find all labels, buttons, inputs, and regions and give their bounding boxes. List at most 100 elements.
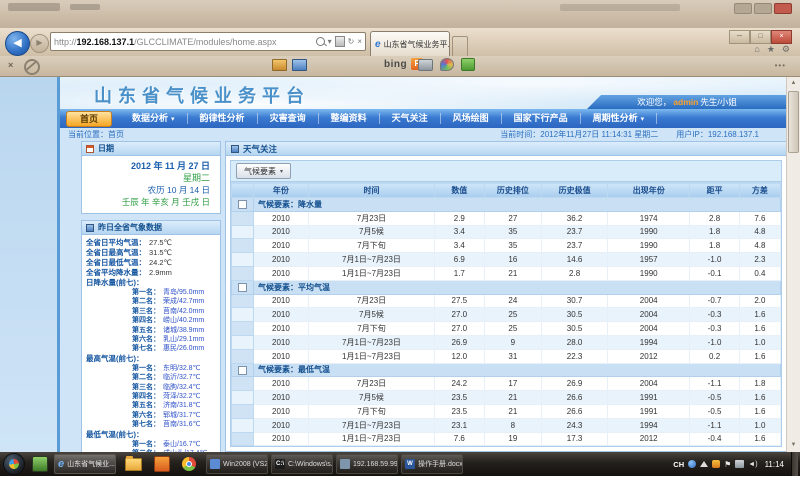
table-row[interactable]: 20107月1日~7月23日26.9928.01994-1.01.0 [232, 335, 781, 349]
checkbox[interactable] [238, 283, 247, 292]
tray-alert-icon[interactable] [712, 460, 720, 468]
tray-expand-icon[interactable] [700, 461, 708, 467]
lunar-date-line: 农历 10 月 14 日 [86, 184, 210, 196]
taskbar-button[interactable]: 192.168.59.99... [336, 454, 398, 474]
taskbar-ie-button[interactable]: e 山东省气候业... [54, 454, 116, 474]
scroll-down-icon[interactable]: ▼ [787, 439, 800, 452]
nav-item-整编资料[interactable]: 整编资料 [319, 113, 380, 124]
compatibility-view-icon[interactable] [335, 36, 345, 47]
cell: 2010 [253, 253, 308, 267]
group-row[interactable]: 气候要素：降水量 [232, 198, 781, 212]
cell: 7.6 [435, 432, 484, 446]
nav-item-国家下行产品[interactable]: 国家下行产品 [502, 113, 581, 124]
table-row[interactable]: 20107月5候3.43523.719901.84.8 [232, 225, 781, 239]
language-indicator[interactable]: CH [673, 460, 684, 469]
taskbar: e 山东省气候业... Win2008 (VS2...C:\C:\Windows… [0, 452, 800, 476]
cell: -0.1 [690, 266, 739, 280]
nav-item-风场绘图[interactable]: 风场绘图 [441, 113, 502, 124]
row-spacer-cell [232, 335, 254, 349]
cell: 1.0 [739, 418, 780, 432]
weather-table: 年份时间数值历史排位历史极值出现年份距平方差气候要素：降水量20107月23日2… [231, 182, 781, 446]
mail-icon[interactable] [292, 59, 307, 71]
bg-close-button[interactable] [774, 3, 792, 14]
table-row[interactable]: 20101月1日~7月23日7.61917.32012-0.41.6 [232, 432, 781, 446]
scrollbar-thumb[interactable] [788, 91, 799, 153]
nav-item-周期性分析[interactable]: 周期性分析▾ [581, 113, 658, 124]
table-row[interactable]: 20107月下旬27.02530.52004-0.31.6 [232, 322, 781, 336]
minimize-button[interactable]: ─ [729, 30, 750, 44]
cell: 23.5 [435, 391, 484, 405]
table-row[interactable]: 20107月5候23.52126.61991-0.51.6 [232, 391, 781, 405]
forward-button[interactable]: ▶ [30, 34, 49, 53]
table-row[interactable]: 20107月23日24.21726.92004-1.11.8 [232, 377, 781, 391]
info-bar: 当前位置：首页 当前时间：2012年11月27日 11:14:31 星期二 用户… [60, 128, 787, 141]
toolbar-overflow-icon[interactable]: ••• [775, 61, 786, 70]
group-row[interactable]: 气候要素：最低气温 [232, 363, 781, 377]
camera-icon[interactable] [418, 59, 433, 71]
table-row[interactable]: 20107月1日~7月23日6.91614.61957-1.02.3 [232, 253, 781, 267]
home-icon[interactable]: ⌂ [754, 44, 759, 55]
show-desktop-button[interactable] [791, 452, 798, 476]
pinned-app-icon[interactable] [32, 456, 48, 472]
browser-app-icon[interactable] [182, 457, 196, 471]
action-center-flag-icon[interactable]: ⚑ [724, 460, 731, 469]
date-panel-header: 日期 [82, 142, 220, 156]
close-button[interactable]: × [771, 30, 792, 44]
checkbox[interactable] [238, 366, 247, 375]
search-icon[interactable] [316, 37, 325, 46]
favorites-star-icon[interactable]: ★ [767, 44, 775, 55]
new-tab-button[interactable] [452, 36, 468, 56]
tray-app-icon[interactable] [688, 460, 696, 468]
scroll-up-icon[interactable]: ▲ [787, 77, 800, 90]
taskbar-button[interactable]: W操作手册.docx ... [401, 454, 463, 474]
taskbar-button[interactable]: Win2008 (VS2... [206, 454, 268, 474]
cell: 0.2 [690, 349, 739, 363]
maximize-button[interactable]: □ [750, 30, 771, 44]
back-button[interactable]: ◀ [5, 31, 30, 56]
nav-item-韵律性分析[interactable]: 韵律性分析 [188, 113, 258, 124]
bg-maximize-button[interactable] [754, 3, 772, 14]
explorer-folder-icon[interactable] [125, 458, 142, 471]
table-row[interactable]: 20101月1日~7月23日12.03122.320120.21.6 [232, 349, 781, 363]
row-spacer-cell [232, 322, 254, 336]
nav-item-天气关注[interactable]: 天气关注 [380, 113, 441, 124]
table-row[interactable]: 20101月1日~7月23日1.7212.81990-0.10.4 [232, 266, 781, 280]
group-row[interactable]: 气候要素：平均气温 [232, 280, 781, 294]
taskbar-button[interactable]: C:\C:\Windows\s... [271, 454, 333, 474]
cell: 1月1日~7月23日 [308, 432, 434, 446]
climate-element-button[interactable]: 气候要素 ▾ [236, 163, 291, 179]
gear-icon[interactable]: ⚙ [782, 44, 790, 55]
cell: 24.2 [435, 377, 484, 391]
nav-item-灾害查询[interactable]: 灾害查询 [258, 113, 319, 124]
table-row[interactable]: 20107月23日2.92736.219742.87.6 [232, 211, 781, 225]
refresh-icon[interactable]: ↻ [348, 37, 355, 46]
network-icon[interactable] [735, 460, 744, 468]
browser-tab[interactable]: e 山东省气候业务平... × [370, 31, 450, 56]
stat-value: 2.9mm [149, 268, 172, 277]
media-app-icon[interactable] [154, 456, 170, 472]
column-header: 时间 [308, 183, 434, 198]
bg-minimize-button[interactable] [734, 3, 752, 14]
table-row[interactable]: 20107月下旬23.52126.61991-0.51.6 [232, 404, 781, 418]
column-header: 出现年份 [608, 183, 690, 198]
address-bar[interactable]: http://192.168.137.1/GLCCLIMATE/modules/… [50, 32, 366, 51]
toolbar-close-icon[interactable]: × [8, 60, 13, 70]
nav-item-首页[interactable]: 首页 [66, 111, 112, 127]
table-row[interactable]: 20107月1日~7月23日23.1824.31994-1.11.0 [232, 418, 781, 432]
column-header: 方差 [739, 183, 780, 198]
palette-icon[interactable] [440, 58, 454, 71]
blocked-icon[interactable] [24, 59, 40, 75]
card-icon[interactable] [272, 59, 287, 71]
stop-icon[interactable]: × [357, 37, 362, 46]
puzzle-addon-icon[interactable] [461, 58, 475, 71]
table-row[interactable]: 20107月23日27.52430.72004-0.72.0 [232, 294, 781, 308]
page-scrollbar[interactable]: ▲ ▼ [786, 77, 800, 452]
start-button[interactable] [3, 453, 25, 475]
table-row[interactable]: 20107月下旬3.43523.719901.84.8 [232, 239, 781, 253]
tray-clock[interactable]: 11:14 [765, 460, 784, 469]
speaker-icon[interactable]: ◄) [748, 461, 757, 468]
table-row[interactable]: 20107月5候27.02530.52004-0.31.6 [232, 308, 781, 322]
nav-item-数据分析[interactable]: 数据分析▾ [120, 113, 188, 124]
search-dropdown-icon[interactable]: ▾ [328, 37, 332, 46]
checkbox[interactable] [238, 200, 247, 209]
